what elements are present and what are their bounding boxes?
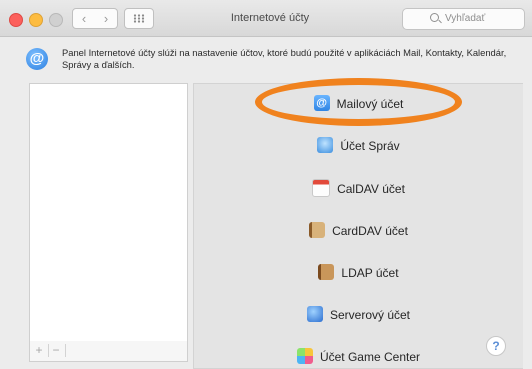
zoom-window-button[interactable] xyxy=(49,13,63,27)
game-center-account-button[interactable]: Účet Game Center xyxy=(194,345,523,367)
account-type-label: LDAP účet xyxy=(341,265,399,280)
info-description: Panel Internetové účty slúži na nastaven… xyxy=(62,47,507,70)
account-type-label: Účet Game Center xyxy=(319,349,421,364)
account-type-label: Serverový účet xyxy=(329,307,411,322)
game-center-icon xyxy=(296,347,313,364)
address-book-icon xyxy=(318,263,335,280)
help-button[interactable]: ? xyxy=(486,336,506,356)
server-account-button[interactable]: Serverový účet xyxy=(194,303,523,325)
show-all-button[interactable] xyxy=(124,8,154,29)
back-button[interactable]: ‹ xyxy=(72,8,96,29)
grid-icon xyxy=(133,14,145,23)
search-placeholder: Vyhľadať xyxy=(445,13,486,24)
minimize-window-button[interactable] xyxy=(29,13,43,27)
ldap-account-button[interactable]: LDAP účet xyxy=(194,261,523,283)
contacts-book-icon xyxy=(309,221,326,238)
remove-account-button[interactable]: − xyxy=(50,344,66,357)
accounts-list-toolbar: + − xyxy=(29,341,188,362)
caldav-account-button[interactable]: CalDAV účet xyxy=(194,177,523,199)
close-window-button[interactable] xyxy=(9,13,23,27)
carddav-account-button[interactable]: CardDAV účet xyxy=(194,219,523,241)
accounts-list[interactable] xyxy=(29,83,188,342)
title-bar: ‹ › Internetové účty Vyhľadať xyxy=(0,0,532,37)
account-types-panel: @ Mailový účet Účet Správ CalDAV účet Car… xyxy=(193,83,523,369)
messages-account-button[interactable]: Účet Správ xyxy=(194,134,523,156)
calendar-icon xyxy=(312,178,331,197)
search-icon xyxy=(430,13,439,22)
add-account-button[interactable]: + xyxy=(33,344,49,357)
window-title: Internetové účty xyxy=(230,12,310,24)
internet-accounts-icon: @ xyxy=(26,48,48,70)
info-header: @ Panel Internetové účty slúži na nastav… xyxy=(20,44,524,76)
account-type-label: CardDAV účet xyxy=(332,223,408,238)
search-field[interactable]: Vyhľadať xyxy=(402,8,525,30)
account-type-label: Mailový účet xyxy=(336,96,404,111)
globe-server-icon xyxy=(306,305,323,322)
account-type-label: CalDAV účet xyxy=(337,181,405,196)
account-type-label: Účet Správ xyxy=(340,138,400,153)
mail-at-icon: @ xyxy=(313,94,330,111)
mail-account-button[interactable]: @ Mailový účet xyxy=(194,92,523,114)
forward-button[interactable]: › xyxy=(95,8,118,29)
messages-icon xyxy=(317,136,334,153)
